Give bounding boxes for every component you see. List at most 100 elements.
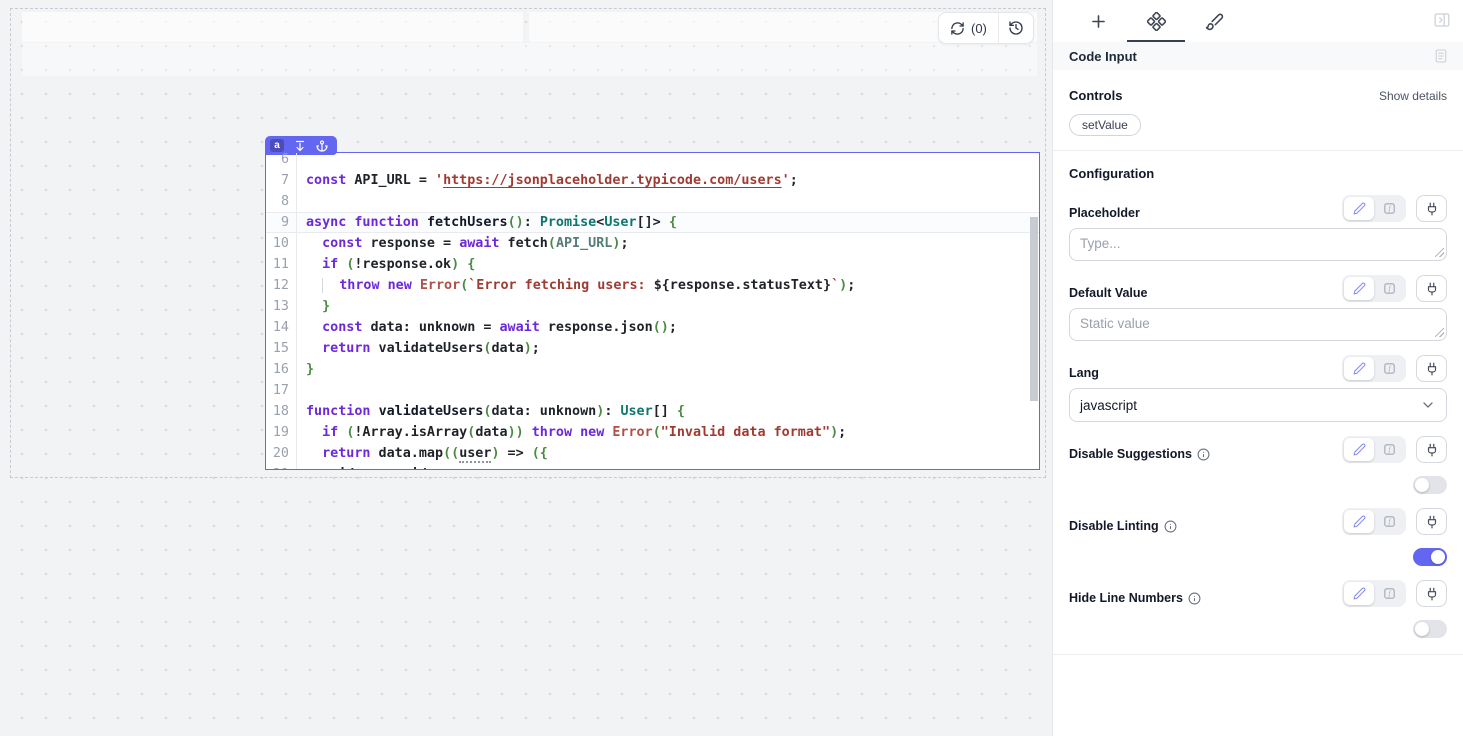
documentation-icon: [1433, 48, 1449, 64]
line-number: 8: [266, 191, 297, 212]
code-line: 9async function fetchUsers(): Promise<Us…: [266, 212, 1039, 233]
code-line: 21 id: user.id,: [266, 464, 1039, 469]
line-number: 10: [266, 233, 297, 254]
static-mode-button[interactable]: [1344, 197, 1374, 220]
editor-scrollbar[interactable]: [1030, 217, 1038, 401]
svg-text:f: f: [1388, 366, 1391, 373]
code-input-component[interactable]: a 67const API_URL = 'https://jsonplaceho…: [265, 152, 1040, 470]
refresh-runnables-button[interactable]: (0): [939, 13, 998, 43]
expression-mode-button[interactable]: f: [1374, 438, 1404, 461]
jobs-history-button[interactable]: [998, 13, 1033, 43]
config-field-hide_line_numbers: Hide Line Numbersf: [1069, 580, 1447, 638]
tab-component-settings[interactable]: [1127, 0, 1185, 42]
plug-icon: [1425, 202, 1439, 216]
configuration-title: Configuration: [1069, 166, 1154, 181]
app-root: (0) a: [0, 0, 1463, 736]
line-number: 6: [266, 153, 297, 170]
arrow-down-from-line-icon: [294, 140, 306, 152]
code-line: 16}: [266, 359, 1039, 380]
collapse-panel-button[interactable]: [1433, 11, 1451, 29]
info-icon[interactable]: [1188, 592, 1201, 605]
fx-icon: f: [1382, 586, 1397, 601]
line-number: 19: [266, 422, 297, 443]
control-chips: setValue: [1069, 114, 1447, 136]
pencil-icon: [1353, 587, 1366, 600]
line-number: 9: [266, 212, 297, 233]
info-icon[interactable]: [1164, 520, 1177, 533]
line-number: 20: [266, 443, 297, 464]
refresh-icon: [950, 21, 965, 36]
expression-mode-button[interactable]: f: [1374, 510, 1404, 533]
svg-text:f: f: [1388, 519, 1391, 526]
line-number: 7: [266, 170, 297, 191]
expression-mode-button[interactable]: f: [1374, 277, 1404, 300]
svg-text:f: f: [1388, 591, 1391, 598]
chevron-down-icon: [1420, 397, 1436, 413]
default_value-input[interactable]: [1069, 308, 1447, 341]
line-number: 17: [266, 380, 297, 401]
static-mode-button[interactable]: [1344, 277, 1374, 300]
connect-input-button[interactable]: [1416, 580, 1447, 607]
show-details-link[interactable]: Show details: [1379, 89, 1447, 103]
plug-icon: [1425, 362, 1439, 376]
tab-styling[interactable]: [1185, 0, 1243, 42]
static-mode-button[interactable]: [1344, 357, 1374, 380]
component-header-bar: Code Input: [1053, 42, 1463, 70]
plug-icon: [1425, 282, 1439, 296]
placeholder-input[interactable]: [1069, 228, 1447, 261]
static-mode-button[interactable]: [1344, 510, 1374, 533]
empty-component-slot: [22, 43, 1037, 76]
code-line: 6: [266, 153, 1039, 170]
code-editor[interactable]: 67const API_URL = 'https://jsonplacehold…: [266, 153, 1039, 469]
code-line: 17: [266, 380, 1039, 401]
disable_linting-toggle[interactable]: [1413, 548, 1447, 566]
fx-icon: f: [1382, 361, 1397, 376]
field-label: Default Value: [1069, 286, 1148, 302]
history-icon: [1008, 20, 1024, 36]
refresh-count: (0): [971, 21, 987, 36]
connect-input-button[interactable]: [1416, 195, 1447, 222]
lang-select[interactable]: javascript: [1069, 388, 1447, 422]
field-label: Placeholder: [1069, 206, 1140, 222]
hide_line_numbers-toggle[interactable]: [1413, 620, 1447, 638]
line-number: 16: [266, 359, 297, 380]
controls-title: Controls: [1069, 88, 1122, 103]
expression-mode-button[interactable]: f: [1374, 197, 1404, 220]
connect-input-button[interactable]: [1416, 436, 1447, 463]
configuration-section: Configuration Placeholder f Default Value f…: [1053, 166, 1463, 638]
connect-input-button[interactable]: [1416, 508, 1447, 535]
right-panel: Code Input Controls Show details setValu…: [1052, 0, 1463, 736]
section-divider: [1053, 654, 1463, 655]
app-canvas[interactable]: (0) a: [0, 0, 1052, 736]
tab-insert-component[interactable]: [1069, 0, 1127, 42]
static-mode-button[interactable]: [1344, 582, 1374, 605]
code-line: 13 }: [266, 296, 1039, 317]
connect-input-button[interactable]: [1416, 275, 1447, 302]
field-actions: f: [1342, 580, 1447, 607]
info-icon[interactable]: [1197, 448, 1210, 461]
connect-input-button[interactable]: [1416, 355, 1447, 382]
control-chip[interactable]: setValue: [1069, 114, 1141, 136]
pencil-icon: [1353, 202, 1366, 215]
component-type-title: Code Input: [1069, 49, 1137, 64]
disable_suggestions-toggle[interactable]: [1413, 476, 1447, 494]
expression-mode-button[interactable]: f: [1374, 357, 1404, 380]
pencil-icon: [1353, 282, 1366, 295]
anchor-component-button[interactable]: [316, 140, 328, 152]
expand-component-button[interactable]: [294, 140, 306, 152]
component-id-badge[interactable]: a: [270, 139, 284, 152]
field-actions: f: [1342, 195, 1447, 222]
line-number: 15: [266, 338, 297, 359]
expression-mode-button[interactable]: f: [1374, 582, 1404, 605]
empty-component-slot: [22, 12, 523, 42]
documentation-button[interactable]: [1433, 48, 1449, 64]
anchor-icon: [316, 140, 328, 152]
code-line: 14 const data: unknown = await response.…: [266, 317, 1039, 338]
static-mode-button[interactable]: [1344, 438, 1374, 461]
field-actions: f: [1342, 355, 1447, 382]
plug-icon: [1425, 443, 1439, 457]
config-field-lang: Langfjavascript: [1069, 355, 1447, 422]
code-line: 11 if (!response.ok) {: [266, 254, 1039, 275]
fx-icon: f: [1382, 514, 1397, 529]
line-number: 12: [266, 275, 297, 296]
